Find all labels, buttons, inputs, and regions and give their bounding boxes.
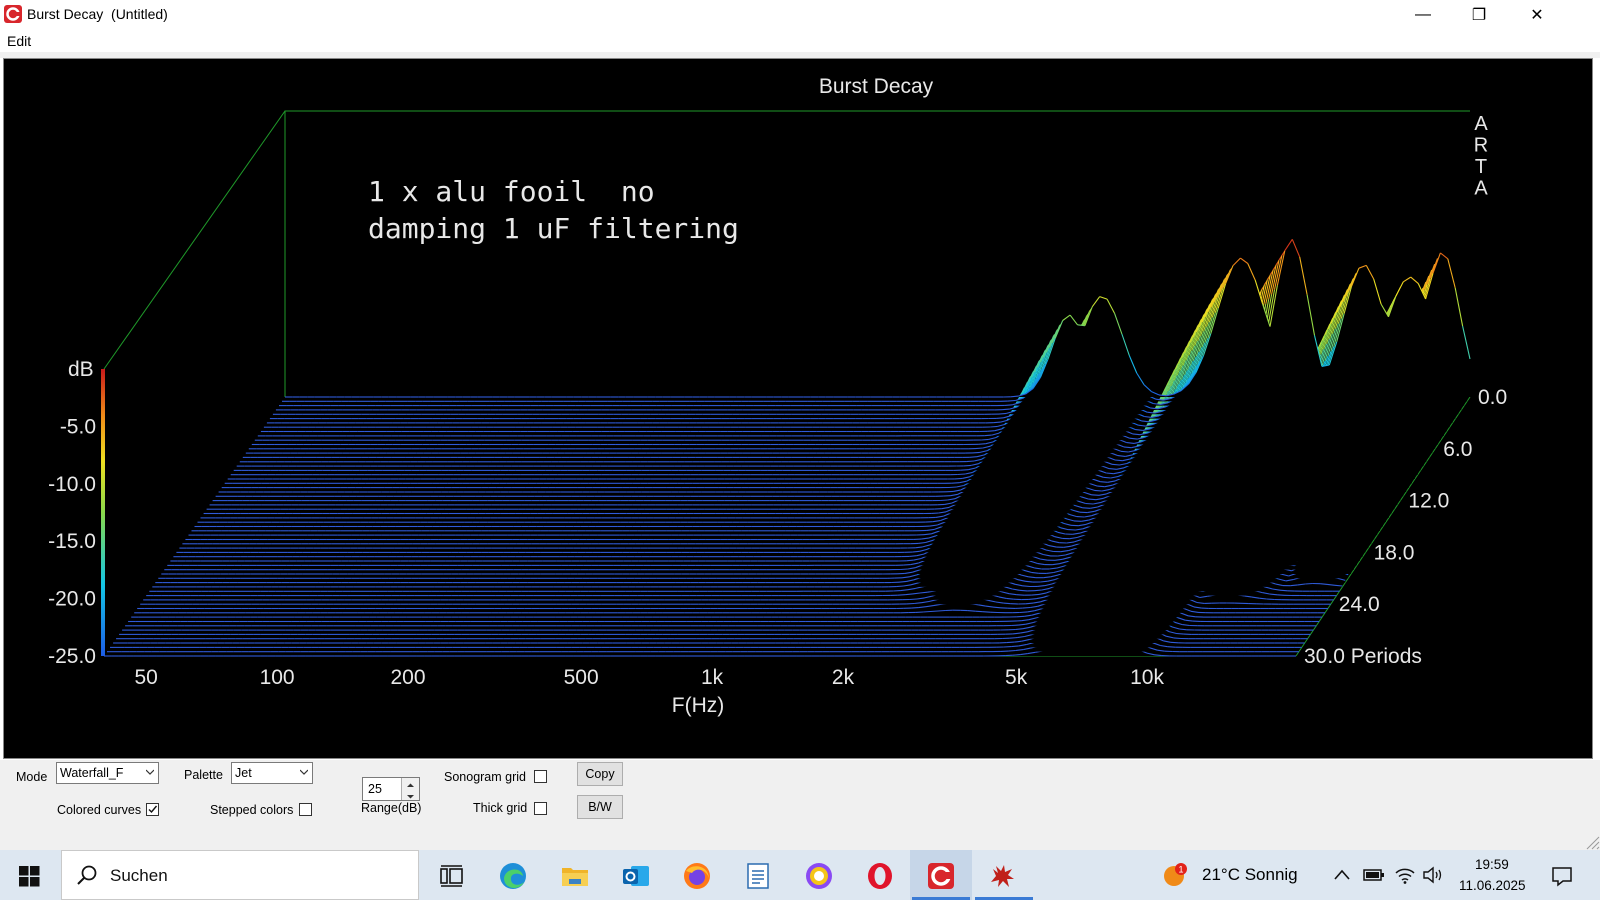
curve-segment xyxy=(967,610,976,612)
left-top-edge xyxy=(103,110,286,370)
minimize-button[interactable]: — xyxy=(1394,0,1452,30)
curve-segment xyxy=(937,609,946,612)
db-color-scale xyxy=(101,369,105,656)
curve-segment xyxy=(930,610,939,613)
curve-segment xyxy=(911,607,919,609)
watermark-letter: T xyxy=(1475,156,1487,178)
waterfall-curves xyxy=(104,238,1471,657)
curve-segment xyxy=(1008,649,1016,652)
close-icon: ✕ xyxy=(1530,7,1544,24)
curve-segment xyxy=(1031,593,1040,596)
curve-segment xyxy=(975,610,983,613)
curve-segment xyxy=(1011,645,1019,648)
curve-segment xyxy=(923,610,931,613)
curve-segment xyxy=(1028,598,1037,600)
curve-segment xyxy=(1167,646,1176,648)
curve-segment xyxy=(1170,641,1179,644)
curve-segment xyxy=(1025,602,1034,605)
curve-segment xyxy=(1022,606,1031,609)
curve-segment xyxy=(1305,582,1313,585)
arta-app-icon xyxy=(4,5,22,23)
curve-segment xyxy=(992,606,1001,609)
curve-segment xyxy=(897,594,906,596)
curve-segment xyxy=(896,585,904,588)
curve-segment xyxy=(1019,589,1028,592)
curve-segment xyxy=(982,611,991,613)
curve-segment xyxy=(1034,589,1042,592)
menu-edit[interactable]: Edit xyxy=(7,33,31,49)
curve-segment xyxy=(1279,589,1288,592)
close-button[interactable]: ✕ xyxy=(1508,0,1566,30)
restore-icon: ❐ xyxy=(1471,7,1487,24)
curve-segment xyxy=(900,568,908,571)
curve-segment xyxy=(909,598,918,601)
curve-segment xyxy=(903,564,911,566)
curve-segment xyxy=(1009,637,1018,639)
burst-decay-chart: Burst Decay 1 x alu fooil no damping 1 u… xyxy=(48,75,1507,717)
plot-area: Burst Decay 1 x alu fooil no damping 1 u… xyxy=(3,58,1593,759)
watermark-letter: A xyxy=(1474,113,1488,135)
curve-segment xyxy=(1006,641,1015,644)
curve-segment xyxy=(1019,611,1028,614)
curve-segment xyxy=(1277,594,1285,596)
curve-segment xyxy=(1022,585,1031,588)
chart-annotation-line1: 1 x alu fooil no xyxy=(368,175,655,208)
arta-watermark: ARTA xyxy=(1474,113,1489,200)
curve-segment xyxy=(1266,598,1275,601)
curve-segment xyxy=(1003,602,1011,605)
chart-annotation-line2: damping 1 uF filtering xyxy=(368,212,739,245)
window-title: Burst Decay (Untitled) xyxy=(27,6,168,22)
curve-segment xyxy=(1176,632,1184,635)
curve-segment xyxy=(1016,594,1025,596)
curve-segment xyxy=(909,555,917,557)
watermark-letter: A xyxy=(1474,178,1488,200)
maximize-button[interactable]: ❐ xyxy=(1450,0,1508,30)
curve-segment xyxy=(1012,654,1021,656)
curve-segment xyxy=(1016,615,1025,618)
curve-segment xyxy=(1173,637,1182,640)
minimize-icon: — xyxy=(1415,6,1431,23)
db-label: dB xyxy=(68,358,94,381)
x-axis-label: F(Hz) xyxy=(672,694,724,717)
title-bar: Burst Decay (Untitled) — ❐ ✕ xyxy=(0,0,1600,30)
curve-segment xyxy=(1334,584,1343,587)
curve-segment xyxy=(1320,583,1328,585)
menu-bar: Edit xyxy=(0,30,1600,52)
curve-segment xyxy=(906,559,914,562)
watermark-letter: R xyxy=(1474,135,1488,157)
chart-title: Burst Decay xyxy=(819,75,934,98)
